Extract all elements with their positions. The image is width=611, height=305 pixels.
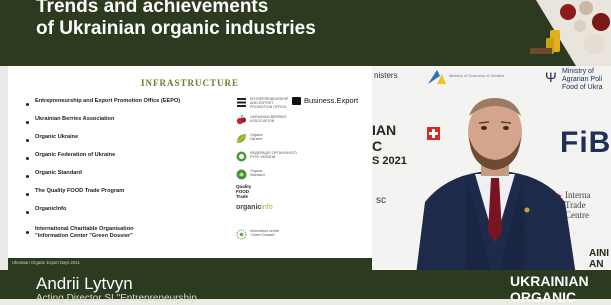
list-item: OrganicInfo organicinfo <box>26 204 366 220</box>
berry-icon <box>236 115 247 125</box>
banner-title-line2: of Ukrainian organic industries <box>36 18 316 39</box>
list-item-label: Ukrainian Berries Association <box>35 116 115 122</box>
organic-ukraine-logo: Organic Ukraine <box>236 132 376 148</box>
green-dossier-logo: Information centre "Green Dossier" <box>236 228 376 244</box>
list-item: The Quality FOOD Trade Program Quality F… <box>26 184 366 202</box>
top-banner: Trends and achievements of Ukrainian org… <box>0 0 611 66</box>
list-item: Organic Federation of Ukraine ФЕДЕРАЦІЯ … <box>26 151 366 166</box>
berries-association-logo: UKRAINIAN BERRIES ASSOCIATION <box>236 114 376 130</box>
list-item-label: Organic Federation of Ukraine <box>35 152 116 158</box>
slide-footer-text: Ukrainian Organic Export Days 2021 <box>12 260 80 265</box>
organic-federation-logo-text: ФЕДЕРАЦІЯ ОРГАНІЧНОГО РУХУ УКРАЇНИ <box>250 151 297 160</box>
banner-title: Trends and achievements of Ukrainian org… <box>36 0 316 40</box>
list-item-label: Organic Ukraine <box>35 134 79 140</box>
list-item: Organic Ukraine Organic Ukraine <box>26 133 366 148</box>
bullet-icon <box>26 175 29 178</box>
green-dossier-icon <box>236 229 247 240</box>
organicinfo-logo-word: organic <box>236 204 262 211</box>
list-item: Ukrainian Berries Association UKRAINIAN … <box>26 115 366 130</box>
economy-ministry-text: Ministry of Economy of Ukraine <box>449 73 505 78</box>
decorative-produce-image <box>506 0 611 66</box>
bullet-icon <box>26 103 29 106</box>
quality-food-trade-logo: Quality FOOD Trade <box>236 184 376 202</box>
organicinfo-logo-suffix: info <box>261 204 273 211</box>
berries-association-logo-text: UKRAINIAN BERRIES ASSOCIATION <box>250 115 287 124</box>
presentation-slide: INFRASTRUCTURE Entrepreneurship and Expo… <box>8 66 372 270</box>
bullet-icon <box>26 139 29 142</box>
lower-third: Andrii Lytvyn Acting Director SI "Entrep… <box>0 270 611 305</box>
list-item-label: Entrepreneurship and Export Promotion Of… <box>35 98 181 104</box>
eepo-logo-text: ENTREPRENEURSHIP AND EXPORT PROMOTION OF… <box>250 97 289 110</box>
organicinfo-logo: organicinfo <box>236 204 376 220</box>
federation-logo-icon <box>236 151 247 162</box>
business-export-icon <box>292 97 301 105</box>
organic-ukraine-logo-text: Organic Ukraine <box>250 133 263 142</box>
slide-footer-bar: Ukrainian Organic Export Days 2021 <box>8 258 372 270</box>
backdrop-ministers-text: nisters <box>374 71 398 80</box>
bullet-icon <box>26 231 29 234</box>
organic-standard-icon <box>236 169 247 180</box>
slide-heading: INFRASTRUCTURE <box>140 78 239 88</box>
speaker-name: Andrii Lytvyn <box>36 274 133 293</box>
business-export-text: Business.Export <box>304 96 359 105</box>
quality-food-trade-logo-text: Quality FOOD Trade <box>236 184 252 199</box>
list-item-label: OrganicInfo <box>35 206 67 212</box>
list-item-label: The Quality FOOD Trade Program <box>35 188 125 194</box>
eepo-logo-icon <box>237 98 246 107</box>
trident-icon: Ψ <box>545 69 557 85</box>
bullet-icon <box>26 211 29 214</box>
backdrop-year-text: S 2021 <box>372 155 407 167</box>
presenter-video <box>415 98 577 282</box>
brand-logo-text: UKRAINIAN ORGANIC <box>510 273 589 305</box>
list-item: International Charitable Organisation "I… <box>26 226 366 246</box>
backdrop-sc-text: sc <box>376 195 386 206</box>
list-item-label: Organic Standard <box>35 170 82 176</box>
bullet-icon <box>26 193 29 196</box>
list-item: Organic Standard Organic Standard <box>26 169 366 184</box>
organicinfo-logo-text: organicinfo <box>236 204 273 211</box>
leaf-icon <box>237 134 246 143</box>
organic-standard-logo-text: Organic Standard <box>250 169 265 178</box>
organic-standard-logo: Organic Standard <box>236 168 376 184</box>
bullet-icon <box>26 157 29 160</box>
banner-title-line1: Trends and achievements <box>36 0 269 17</box>
bullet-icon <box>26 121 29 124</box>
organic-federation-logo: ФЕДЕРАЦІЯ ОРГАНІЧНОГО РУХУ УКРАЇНИ <box>236 150 376 166</box>
list-item: Entrepreneurship and Export Promotion Of… <box>26 96 366 112</box>
economy-ministry-logo-icon <box>428 70 446 84</box>
eepo-logo: ENTREPRENEURSHIP AND EXPORT PROMOTION OF… <box>236 96 376 112</box>
backdrop-side-text: AINI AN <box>589 248 609 270</box>
green-dossier-logo-text: Information centre "Green Dossier" <box>250 229 279 238</box>
ministry-agrarian-text: Ministry of Agrarian Poli Food of Ukra <box>562 68 603 91</box>
list-item-label: International Charitable Organisation "I… <box>35 226 134 239</box>
